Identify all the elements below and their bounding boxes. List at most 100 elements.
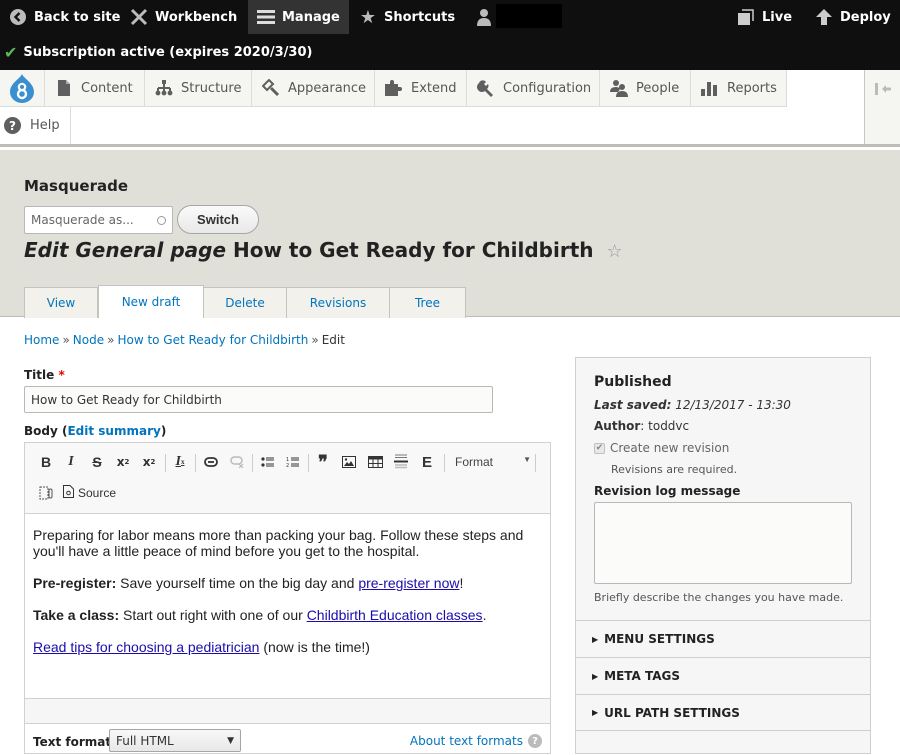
horizontal-line-icon[interactable] bbox=[390, 451, 412, 473]
title-label: Title * bbox=[24, 368, 65, 382]
chevron-down-icon: ▼ bbox=[523, 455, 531, 464]
subscript-icon[interactable]: x2 bbox=[138, 451, 160, 473]
preregister-link[interactable]: pre-register now bbox=[358, 575, 459, 591]
text-format-select[interactable]: Full HTML ▼ bbox=[109, 729, 241, 752]
tray-item-structure[interactable]: Structure bbox=[144, 70, 251, 107]
shortcut-star-icon[interactable]: ☆ bbox=[606, 241, 622, 262]
meta-tags-toggle[interactable]: ▶ META TAGS bbox=[576, 657, 870, 694]
text-format-row: Text format Full HTML ▼ About text forma… bbox=[25, 725, 550, 755]
take-class-heading: Take a class: bbox=[33, 607, 120, 623]
revision-log-textarea[interactable] bbox=[594, 502, 852, 584]
superscript-icon[interactable]: x2 bbox=[112, 451, 134, 473]
local-tasks-tabs: View New draft Delete Revisions Tree bbox=[24, 285, 466, 318]
drupal-home-link[interactable] bbox=[0, 70, 44, 107]
checkbox-checked-icon: ✔ bbox=[594, 442, 605, 454]
redacted-username bbox=[496, 4, 562, 28]
breadcrumb-page[interactable]: How to Get Ready for Childbirth bbox=[117, 333, 308, 347]
back-to-site-link[interactable]: Back to site bbox=[0, 0, 128, 34]
edit-summary-link[interactable]: Edit summary bbox=[67, 424, 160, 438]
body-paragraph: Preparing for labor means more than pack… bbox=[33, 527, 524, 559]
create-revision-checkbox[interactable]: ✔ Create new revision bbox=[594, 441, 729, 455]
url-path-settings-toggle[interactable]: ▶ URL PATH SETTINGS bbox=[576, 694, 870, 731]
link-icon[interactable] bbox=[200, 451, 222, 473]
create-revision-label: Create new revision bbox=[610, 441, 730, 455]
tray-item-reports[interactable]: Reports bbox=[690, 70, 787, 107]
title-input[interactable]: How to Get Ready for Childbirth bbox=[24, 386, 493, 413]
bold-icon[interactable]: B bbox=[35, 451, 57, 473]
toolbar-separator bbox=[195, 454, 196, 472]
title-input-value: How to Get Ready for Childbirth bbox=[31, 392, 222, 407]
manage-link[interactable]: Manage bbox=[248, 0, 349, 34]
arrow-up-icon bbox=[814, 7, 834, 27]
triangle-right-icon: ▶ bbox=[592, 634, 599, 644]
table-icon[interactable] bbox=[364, 451, 386, 473]
childbirth-classes-link[interactable]: Childbirth Education classes bbox=[307, 607, 483, 623]
people-icon bbox=[610, 79, 628, 97]
tray-item-content[interactable]: Content bbox=[44, 70, 144, 107]
tab-delete[interactable]: Delete bbox=[204, 287, 287, 318]
tab-revisions[interactable]: Revisions bbox=[287, 287, 390, 318]
format-dropdown[interactable]: Format ▼ bbox=[451, 451, 535, 473]
strikethrough-icon[interactable]: S bbox=[86, 451, 108, 473]
bulleted-list-icon[interactable] bbox=[257, 451, 279, 473]
star-icon: ★ bbox=[359, 6, 377, 28]
blockquote-icon[interactable]: ❞ bbox=[312, 451, 334, 473]
breadcrumb-home[interactable]: Home bbox=[24, 333, 59, 347]
numbered-list-icon[interactable]: 12 bbox=[282, 451, 304, 473]
tray-item-people[interactable]: People bbox=[599, 70, 690, 107]
shortcuts-link[interactable]: ★ Shortcuts bbox=[350, 0, 463, 34]
source-label: Source bbox=[78, 486, 117, 500]
wrench-icon bbox=[477, 79, 495, 97]
triangle-right-icon: ▶ bbox=[592, 708, 599, 717]
switch-button[interactable]: Switch bbox=[177, 205, 259, 234]
body-label-suffix: ) bbox=[160, 424, 167, 438]
toolbar-separator bbox=[535, 454, 536, 472]
breadcrumb-separator: » bbox=[311, 333, 319, 347]
masquerade-title: Masquerade bbox=[24, 177, 128, 195]
menu-settings-toggle[interactable]: ▶ MENU SETTINGS bbox=[576, 620, 870, 657]
tab-view[interactable]: View bbox=[24, 287, 98, 318]
pediatrician-tips-link[interactable]: Read tips for choosing a pediatrician bbox=[33, 639, 259, 655]
tray-item-extend[interactable]: Extend bbox=[374, 70, 468, 107]
embed-icon[interactable]: E bbox=[416, 451, 438, 473]
tab-new-draft[interactable]: New draft bbox=[98, 285, 204, 318]
section-label: MENU SETTINGS bbox=[604, 632, 715, 646]
workbench-link[interactable]: Workbench bbox=[121, 0, 245, 34]
tray-item-help[interactable]: ? Help bbox=[0, 107, 71, 144]
menu-icon bbox=[256, 7, 276, 27]
subscription-status: ✔ Subscription active (expires 2020/3/30… bbox=[0, 36, 312, 68]
unlink-icon[interactable] bbox=[226, 451, 248, 473]
last-saved-label: Last saved: bbox=[594, 398, 672, 412]
puzzle-icon bbox=[385, 79, 403, 97]
masquerade-input[interactable]: Masquerade as... bbox=[24, 206, 173, 234]
source-button[interactable]: Source bbox=[63, 482, 116, 504]
body-text: (now is the time!) bbox=[259, 639, 370, 655]
user-icon bbox=[474, 7, 494, 27]
about-text-formats-link[interactable]: About text formats ? bbox=[410, 734, 542, 748]
tray-label: People bbox=[636, 80, 680, 96]
tray-item-appearance[interactable]: Appearance bbox=[251, 70, 374, 107]
deploy-link[interactable]: Deploy bbox=[806, 0, 899, 34]
tray-orientation-toggle[interactable] bbox=[864, 70, 900, 144]
tray-item-configuration[interactable]: Configuration bbox=[466, 70, 599, 107]
italic-icon[interactable]: I bbox=[60, 451, 82, 473]
text-format-value: Full HTML bbox=[116, 733, 174, 748]
show-blocks-icon[interactable] bbox=[35, 482, 57, 504]
workbench-label: Workbench bbox=[155, 9, 238, 25]
editor-content[interactable]: Preparing for labor means more than pack… bbox=[33, 527, 538, 671]
breadcrumb-node[interactable]: Node bbox=[73, 333, 104, 347]
revisions-required-note: Revisions are required. bbox=[611, 463, 738, 476]
sitemap-icon bbox=[155, 79, 173, 97]
tray-label: Configuration bbox=[503, 80, 592, 96]
tray-label: Structure bbox=[181, 80, 242, 96]
source-doc-icon bbox=[63, 485, 74, 501]
page-title: Edit General page How to Get Ready for C… bbox=[24, 238, 623, 262]
help-icon: ? bbox=[528, 734, 542, 748]
tab-tree[interactable]: Tree bbox=[390, 287, 466, 318]
help-icon: ? bbox=[4, 117, 21, 134]
image-icon[interactable] bbox=[338, 451, 360, 473]
deploy-label: Deploy bbox=[840, 9, 891, 25]
toolbar-separator bbox=[165, 454, 166, 472]
remove-format-icon[interactable]: Ix bbox=[169, 451, 191, 473]
live-link[interactable]: Live bbox=[728, 0, 800, 34]
